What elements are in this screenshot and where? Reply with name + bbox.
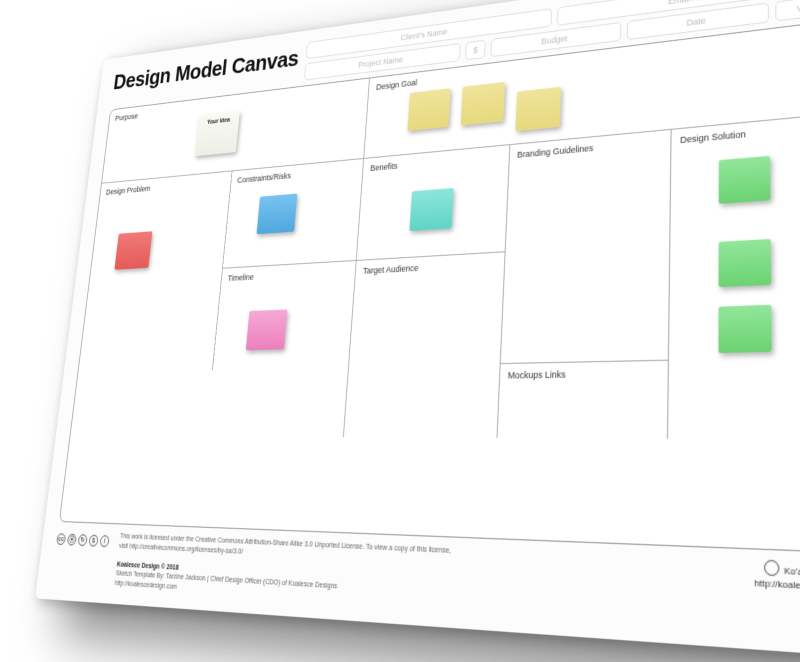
design-model-canvas-sheet: Design Model Canvas Client's Name Email …: [35, 0, 800, 659]
section-label: Design Solution: [680, 129, 746, 145]
section-label: Timeline: [227, 272, 254, 283]
section-label: Constraints/Risks: [237, 171, 291, 185]
sticky-note[interactable]: [256, 194, 297, 235]
cc-extra-icon: $: [88, 535, 98, 547]
sticky-note[interactable]: [410, 188, 454, 231]
currency-field[interactable]: $: [465, 40, 486, 61]
section-timeline[interactable]: Timeline: [206, 261, 357, 437]
cc-by-icon: ⦿: [67, 534, 77, 546]
section-design-problem[interactable]: Design Problem: [78, 171, 232, 372]
cc-icon: cc: [56, 534, 66, 546]
section-constraints[interactable]: Constraints/Risks: [223, 159, 365, 269]
sticky-note-idea[interactable]: Your Idea: [195, 111, 240, 156]
sticky-note[interactable]: [516, 87, 562, 132]
brand-block: Ko'a'lesce Designs http://koalescedesign…: [754, 560, 800, 597]
section-label: Purpose: [115, 112, 139, 123]
section-benefits[interactable]: Benefits: [357, 145, 510, 261]
sticky-note[interactable]: [719, 239, 772, 287]
section-label: Target Audience: [363, 263, 419, 276]
section-label: Design Goal: [376, 78, 418, 92]
sticky-note[interactable]: [114, 231, 152, 270]
section-target-audience[interactable]: Target Audience: [344, 252, 505, 438]
section-branding[interactable]: Branding Guidelines: [501, 130, 672, 364]
cc-extra-icon: i: [99, 536, 109, 548]
version-field[interactable]: Version: [775, 0, 800, 22]
sticky-note[interactable]: [246, 309, 288, 350]
page-title: Design Model Canvas: [112, 43, 300, 95]
section-label: Mockups Links: [507, 369, 565, 381]
sticky-note[interactable]: [719, 156, 771, 204]
brand-url[interactable]: http://koalescedesign.com: [754, 578, 800, 597]
section-label: Design Problem: [106, 184, 151, 196]
license-text: This work is licensed under the Creative…: [114, 533, 451, 610]
canvas-grid: Purpose Your Idea Design Goal Design Pro…: [59, 18, 800, 554]
section-label: Benefits: [370, 161, 398, 173]
sticky-note[interactable]: [408, 88, 451, 131]
cc-sa-icon: ↻: [78, 535, 88, 547]
sticky-note[interactable]: [461, 82, 505, 126]
sticky-note[interactable]: [719, 305, 772, 353]
cc-license-icons: cc ⦿ ↻ $ i: [56, 530, 110, 548]
section-mockups[interactable]: Mockups Links: [497, 361, 669, 439]
section-label: Branding Guidelines: [517, 143, 594, 160]
section-design-solution[interactable]: Design Solution: [669, 113, 800, 440]
